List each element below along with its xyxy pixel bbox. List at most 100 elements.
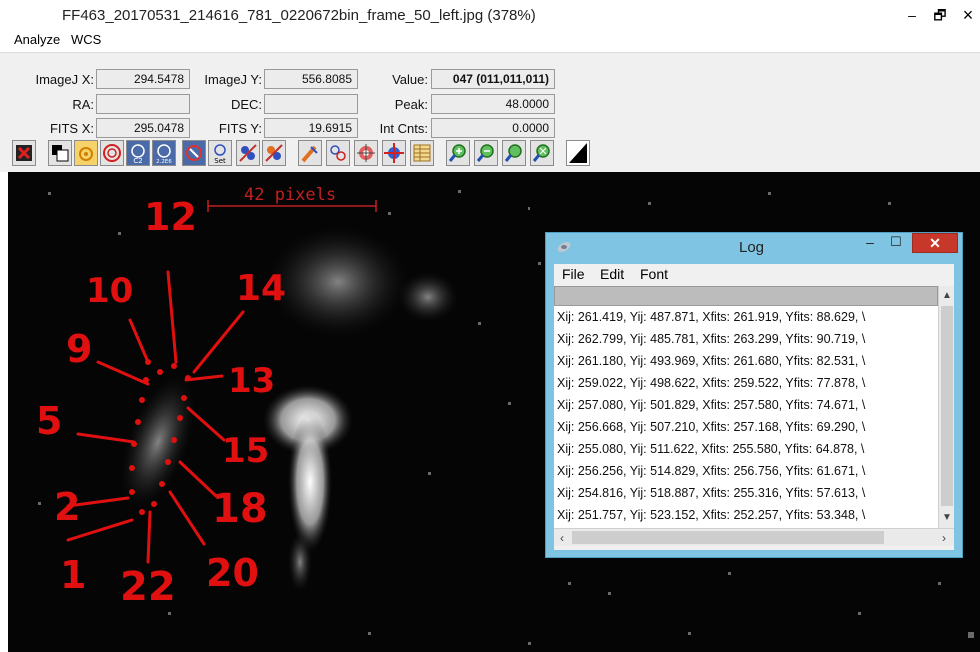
scroll-left-icon[interactable]: ‹ [554,529,570,547]
set-aperture-icon: Set [214,144,226,165]
bright-feature [263,385,353,592]
minimize-button[interactable]: – [898,2,926,28]
log-content: File Edit Font Xij: 261.419, Yij: 487.87… [554,264,954,550]
fits-x-field[interactable]: 295.0478 [96,118,190,138]
ra-field[interactable] [96,94,190,114]
zoom-out-icon [476,144,494,162]
log-title: Log [739,239,765,256]
toggle-inverted-button[interactable] [48,140,72,166]
aperture-options-button[interactable] [182,140,206,166]
table-button[interactable] [410,140,434,166]
close-image-button[interactable] [12,140,36,166]
log-horizontal-scrollbar[interactable]: ‹ › [554,528,954,546]
svg-text:2: 2 [54,485,80,529]
log-vertical-scrollbar[interactable]: ▲ ▼ [938,286,954,528]
zoom-full-button[interactable] [530,140,554,166]
scale-label: 42 pixels [244,185,336,205]
annotate-star-icon [357,144,375,162]
show-apertures-button[interactable] [326,140,350,166]
log-menu-edit[interactable]: Edit [600,266,624,282]
aperture-circle-icon [103,144,121,162]
measure-tools-button[interactable] [262,140,286,166]
ra-label: RA: [72,97,94,112]
measure-multi-icon [239,144,257,162]
menu-wcs[interactable]: WCS [71,32,101,47]
gray-cloud-small [398,272,458,322]
window-title: FF463_20170531_214616_781_0220672bin_fra… [62,7,536,24]
svg-text:Set: Set [214,157,226,165]
int-cnts-label: Int Cnts: [379,121,428,136]
value-field[interactable]: 047 (011,011,011) [431,69,555,89]
svg-text:20: 20 [206,551,259,595]
svg-text:9: 9 [66,327,92,371]
int-cnts-field[interactable]: 0.0000 [431,118,555,138]
aperture-circle-button[interactable] [100,140,124,166]
centroid-c2-button[interactable]: C2 [126,140,150,166]
log-line: Xij: 257.080, Yij: 501.829, Xfits: 257.5… [557,398,866,412]
svg-text:12: 12 [144,195,197,239]
dec-field[interactable] [264,94,358,114]
log-maximize-button[interactable]: ☐ [884,234,908,252]
close-button[interactable]: × [954,2,980,28]
svg-text:C2: C2 [133,157,142,165]
zoom-out-button[interactable] [474,140,498,166]
log-horizontal-thumb[interactable] [572,531,884,544]
fits-y-label: FITS Y: [218,121,262,136]
log-window-icon [557,242,571,252]
log-menu-file[interactable]: File [562,266,585,282]
aperture-options-icon [186,145,202,161]
log-menu-font[interactable]: Font [640,266,668,282]
contrast-button[interactable] [566,140,590,166]
log-line: Xij: 255.080, Yij: 511.622, Xfits: 255.5… [557,442,865,456]
svg-text:13: 13 [228,361,275,401]
peak-field[interactable]: 48.0000 [431,94,555,114]
svg-text:10: 10 [86,271,133,311]
zoom-2x2e6-button[interactable]: 2.2E6 [152,140,176,166]
imagej-y-field[interactable]: 556.8085 [264,69,358,89]
log-title-bar[interactable]: Log – ☐ ✕ [546,233,962,261]
log-minimize-button[interactable]: – [858,234,882,252]
log-line: Xij: 251.757, Yij: 523.152, Xfits: 252.2… [557,508,866,522]
imagej-y-label: ImageJ Y: [204,72,262,87]
log-vertical-thumb[interactable] [941,306,953,506]
zoom-fit-button[interactable] [502,140,526,166]
scroll-up-icon[interactable]: ▲ [941,288,953,304]
svg-text:18: 18 [212,486,268,532]
zoom-fit-icon [504,144,522,162]
zoom-in-icon [448,144,466,162]
log-line: Xij: 262.799, Yij: 485.781, Xfits: 263.2… [557,332,866,346]
astrometry-target-icon [384,143,404,163]
log-line: Xij: 256.668, Yij: 507.210, Xfits: 257.1… [557,420,866,434]
annotate-star-button[interactable] [354,140,378,166]
value-label: Value: [392,72,428,87]
fits-x-label: FITS X: [49,121,94,136]
restore-button[interactable]: 🗗 [926,2,954,28]
centroid-c2-icon: C2 [131,144,145,165]
log-text-area[interactable]: Xij: 261.419, Yij: 487.871, Xfits: 261.9… [554,306,938,528]
aperture-color-button[interactable] [74,140,98,166]
svg-text:22: 22 [120,564,176,610]
clear-overlay-icon [301,145,318,163]
astrometry-target-button[interactable] [382,140,406,166]
zoom-in-button[interactable] [446,140,470,166]
show-apertures-icon [330,145,346,161]
imagej-x-label: ImageJ X: [35,72,94,87]
scroll-right-icon[interactable]: › [936,529,952,547]
scroll-down-icon[interactable]: ▼ [941,510,953,526]
log-close-button[interactable]: ✕ [912,233,958,253]
menu-analyze[interactable]: Analyze [14,32,60,47]
measure-multi-button[interactable] [236,140,260,166]
log-line: Xij: 259.022, Yij: 498.622, Xfits: 259.5… [557,376,866,390]
imagej-window: FF463_20170531_214616_781_0220672bin_fra… [0,0,980,652]
dec-label: DEC: [230,97,262,112]
close-image-icon [16,145,32,161]
svg-text:2.2E6: 2.2E6 [156,159,172,165]
log-line: Xij: 261.180, Yij: 493.969, Xfits: 261.6… [557,354,866,368]
zoom-2x2e6-icon: 2.2E6 [156,144,172,165]
svg-text:14: 14 [236,268,286,309]
clear-overlay-button[interactable] [298,140,322,166]
imagej-x-field[interactable]: 294.5478 [96,69,190,89]
fits-y-field[interactable]: 19.6915 [264,118,358,138]
set-aperture-button[interactable]: Set [208,140,232,166]
svg-text:5: 5 [36,399,62,443]
